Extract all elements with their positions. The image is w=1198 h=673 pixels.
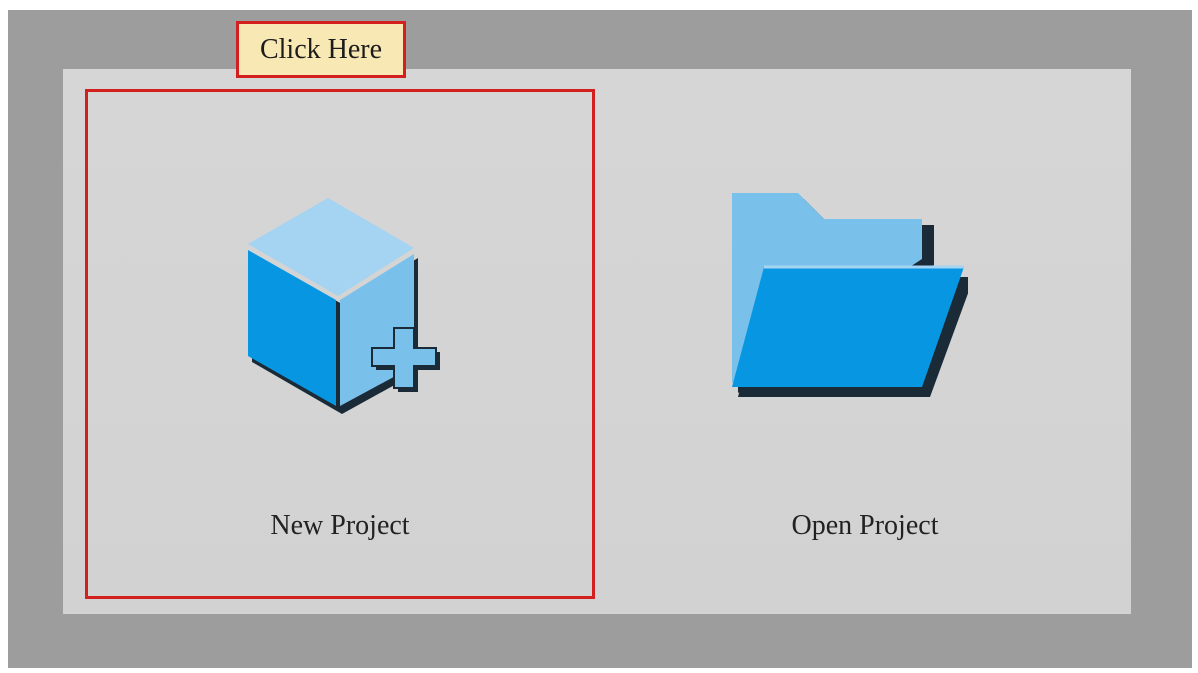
new-project-cube-plus-icon xyxy=(248,198,440,414)
new-project-label: New Project xyxy=(270,510,410,541)
click-here-callout: Click Here xyxy=(236,21,406,78)
open-project-label: Open Project xyxy=(791,510,939,541)
open-project-tile[interactable]: Open Project xyxy=(640,89,1090,599)
new-project-tile[interactable]: New Project xyxy=(85,89,595,599)
open-folder-icon xyxy=(732,193,968,397)
